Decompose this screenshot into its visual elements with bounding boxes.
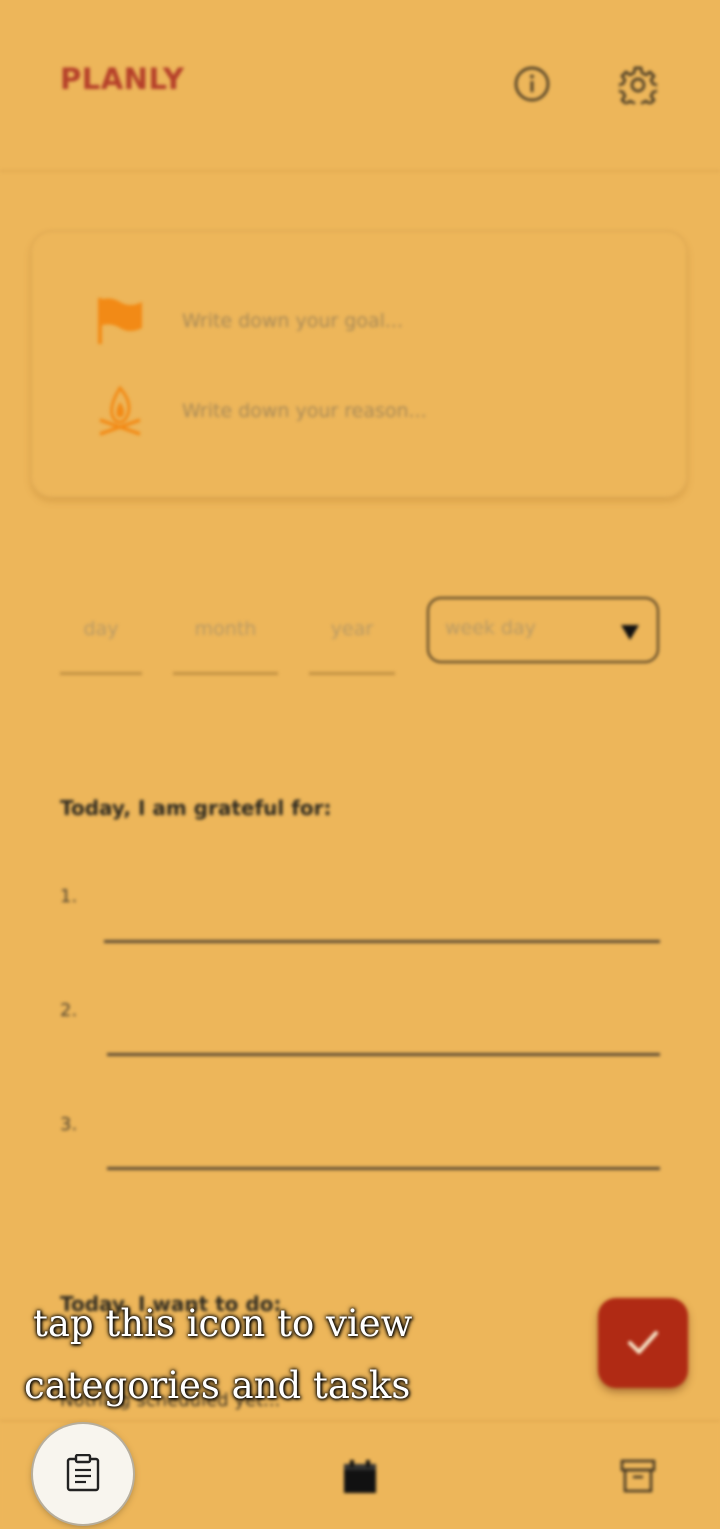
dropdown-arrow-icon: [621, 625, 639, 640]
app-header: PLANLY: [0, 0, 720, 172]
app-title: PLANLY: [60, 62, 185, 96]
weekday-placeholder: week day: [445, 617, 536, 639]
year-field[interactable]: year: [309, 612, 395, 675]
grateful-number-2: 2.: [60, 1000, 78, 1021]
tooltip-line-2: categories and tasks: [24, 1364, 411, 1407]
grateful-input-1[interactable]: [104, 940, 660, 943]
campfire-icon: [94, 385, 146, 436]
month-field[interactable]: month: [173, 612, 278, 675]
weekday-dropdown[interactable]: week day: [427, 597, 659, 663]
month-placeholder: month: [194, 618, 257, 640]
settings-gear-icon[interactable]: [616, 66, 660, 110]
grateful-number-3: 3.: [60, 1114, 78, 1135]
info-icon[interactable]: [514, 66, 550, 102]
calendar-nav-icon[interactable]: [343, 1460, 377, 1494]
goal-row: Write down your goal...: [94, 296, 654, 346]
tooltip-line-1: tap this icon to view: [33, 1302, 413, 1345]
goal-input[interactable]: Write down your goal...: [182, 310, 403, 332]
flag-icon: [94, 296, 146, 346]
categories-tasks-nav-button[interactable]: [33, 1424, 133, 1524]
app-screen: PLANLY Write down your goal... Write dow…: [0, 0, 720, 1529]
day-field[interactable]: day: [60, 612, 142, 675]
goal-card: Write down your goal... Write down your …: [30, 230, 688, 498]
grateful-heading: Today, I am grateful for:: [60, 796, 332, 820]
clipboard-icon: [66, 1454, 100, 1492]
year-placeholder: year: [330, 618, 374, 640]
reason-row: Write down your reason...: [94, 385, 654, 436]
day-placeholder: day: [83, 618, 119, 640]
reason-input[interactable]: Write down your reason...: [182, 400, 427, 422]
grateful-number-1: 1.: [60, 886, 78, 907]
archive-nav-icon[interactable]: [620, 1458, 656, 1494]
save-check-button[interactable]: [598, 1298, 688, 1388]
grateful-input-3[interactable]: [107, 1167, 660, 1170]
grateful-input-2[interactable]: [107, 1053, 660, 1056]
